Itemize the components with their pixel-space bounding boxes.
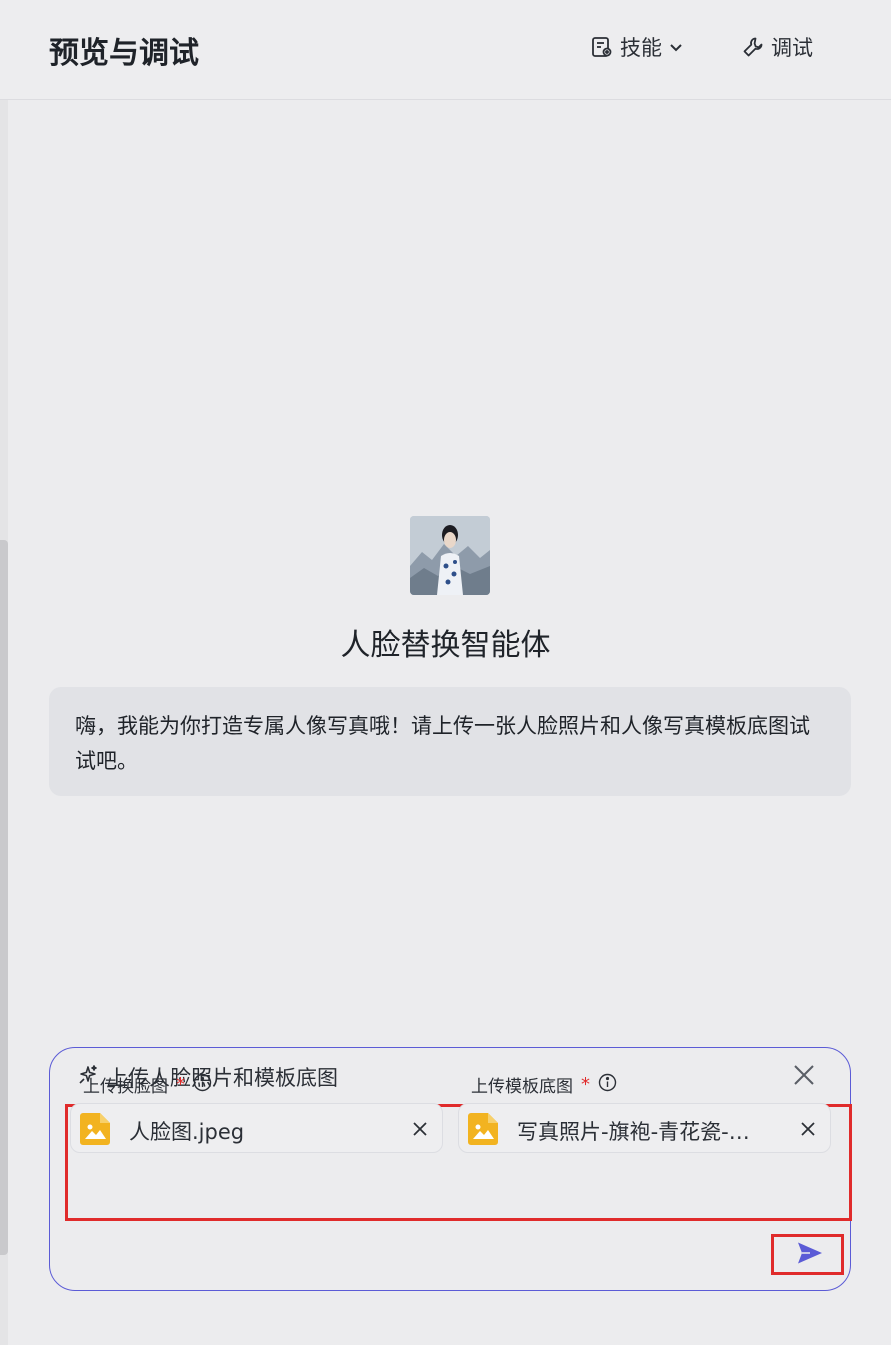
template-image-file-chip[interactable]: 写真照片-旗袍-青花瓷-… [458, 1103, 831, 1153]
skills-dropdown-button[interactable]: 技能 [590, 32, 684, 62]
chevron-down-icon [668, 39, 684, 55]
face-image-label-text: 上传换脸图 [83, 1077, 168, 1097]
agent-avatar [410, 516, 490, 595]
face-image-file-chip[interactable]: 人脸图.jpeg [70, 1103, 443, 1153]
required-mark: * [176, 1074, 185, 1095]
template-image-file-name: 写真照片-旗袍-青花瓷-… [517, 1120, 750, 1144]
close-icon[interactable] [800, 1121, 816, 1141]
skills-label: 技能 [620, 36, 662, 60]
send-button[interactable] [796, 1241, 824, 1269]
close-icon[interactable] [412, 1121, 428, 1141]
agent-name: 人脸替换智能体 [340, 628, 551, 663]
template-image-label: 上传模板底图 * [471, 1072, 617, 1097]
image-file-icon [79, 1112, 111, 1150]
info-icon[interactable] [185, 1073, 212, 1097]
debug-label: 调试 [771, 36, 813, 60]
wrench-icon [741, 35, 765, 59]
template-image-label-text: 上传模板底图 [471, 1077, 573, 1097]
debug-button[interactable]: 调试 [741, 32, 813, 62]
header: 预览与调试 技能 调试 [0, 0, 891, 100]
send-icon [798, 1242, 822, 1264]
skills-icon [590, 35, 614, 59]
page-title: 预览与调试 [49, 36, 199, 71]
greeting-message: 嗨，我能为你打造专属人像写真哦！请上传一张人脸照片和人像写真模板底图试试吧。 [49, 687, 851, 796]
close-icon[interactable] [792, 1063, 816, 1091]
face-image-file-name: 人脸图.jpeg [129, 1120, 245, 1144]
upload-panel: 上传人脸照片和模板底图 上传换脸图 * 人脸图.jpeg 上传模板底图 * 写真… [49, 1047, 852, 1291]
info-icon[interactable] [590, 1073, 617, 1097]
face-image-label: 上传换脸图 * [83, 1072, 212, 1097]
required-mark: * [581, 1074, 590, 1095]
image-file-icon [467, 1112, 499, 1150]
